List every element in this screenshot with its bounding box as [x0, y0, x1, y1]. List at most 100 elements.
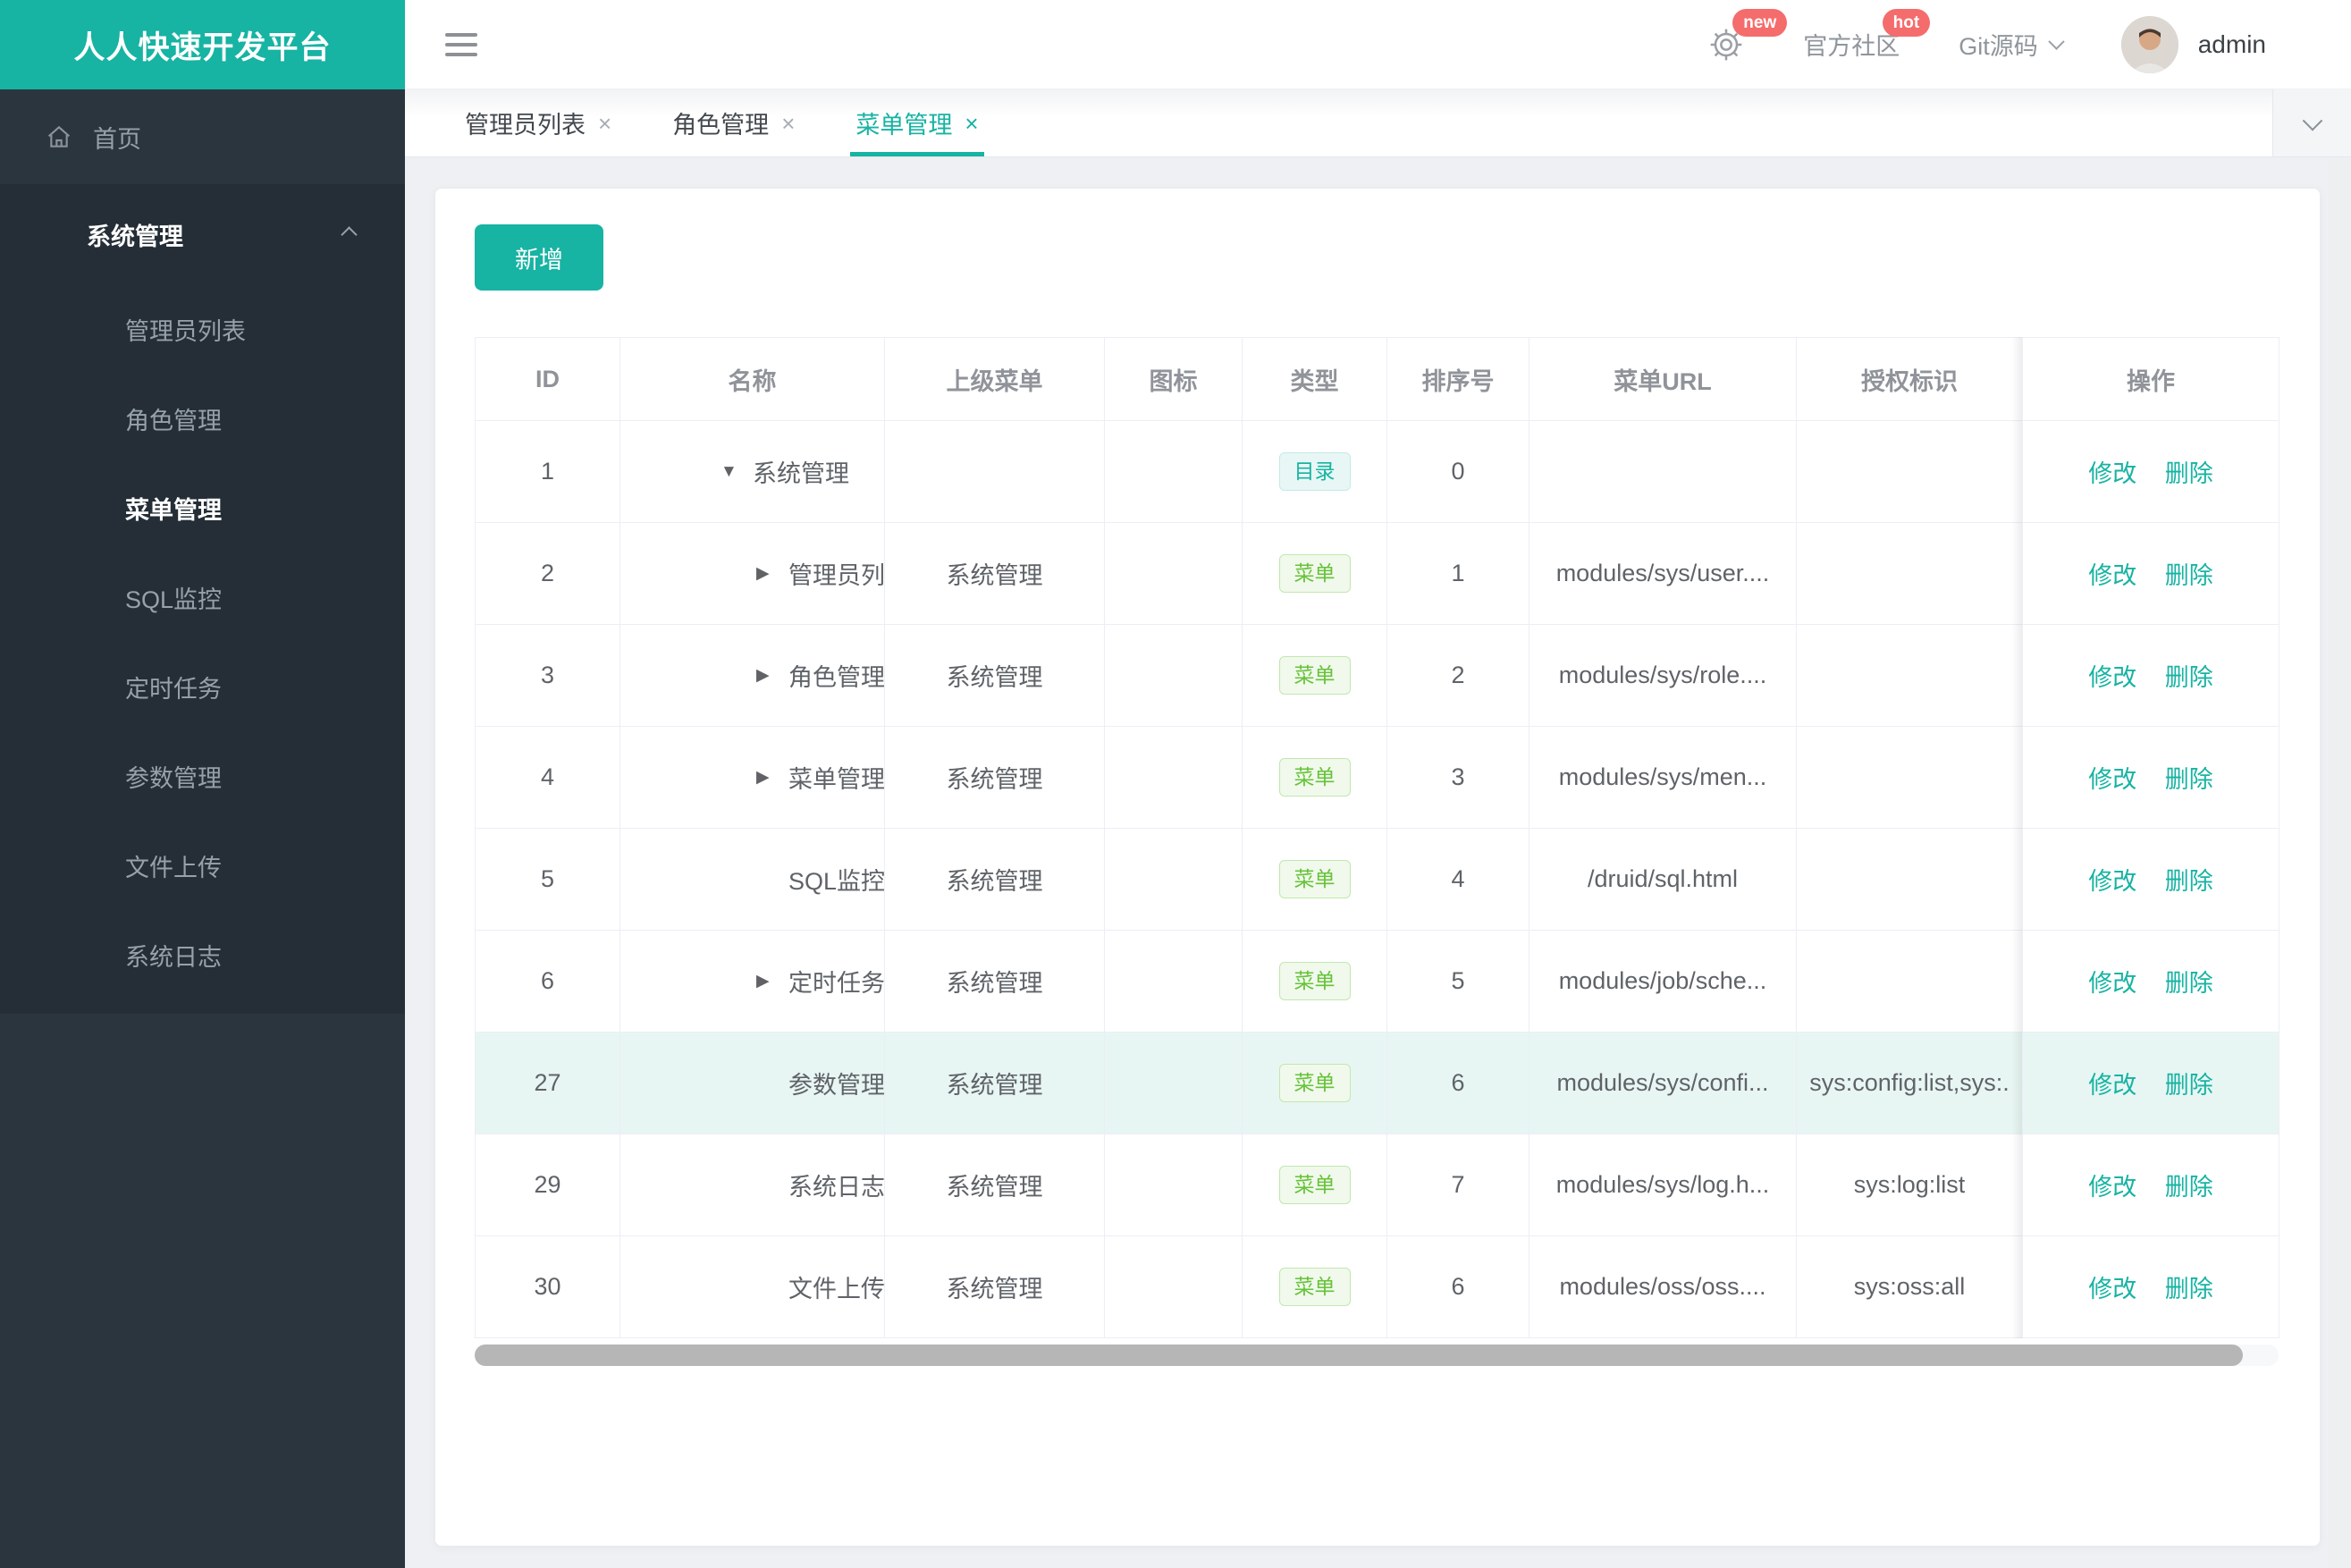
vertical-scrollbar-gutter[interactable] — [2328, 158, 2351, 1568]
edit-link[interactable]: 修改 — [2088, 1072, 2136, 1099]
cell-sort: 6 — [1386, 1032, 1529, 1134]
user-menu[interactable]: admin — [2120, 15, 2266, 73]
sidebar-item-role-mgmt[interactable]: 角色管理 — [0, 374, 405, 463]
sidebar-item-system-log[interactable]: 系统日志 — [0, 910, 405, 999]
edit-link[interactable]: 修改 — [2088, 970, 2136, 997]
avatar-image — [2120, 15, 2178, 73]
tree-expand-icon[interactable]: ▶ — [756, 563, 788, 584]
edit-link[interactable]: 修改 — [2088, 1174, 2136, 1201]
cell-actions: 修改 删除 — [2022, 522, 2279, 625]
cell-actions: 修改 删除 — [2022, 1134, 2279, 1236]
delete-link[interactable]: 删除 — [2165, 1174, 2213, 1201]
type-tag: 菜单 — [1278, 1064, 1351, 1102]
sidebar-item-home[interactable]: 首页 — [0, 89, 405, 184]
type-tag: 菜单 — [1278, 758, 1351, 797]
type-tag: 菜单 — [1278, 656, 1351, 695]
cell-parent-menu: 系统管理 — [884, 1134, 1105, 1236]
table-row[interactable]: 30 文件上传 系统管理 菜单 6 modules/oss/oss.... sy… — [475, 1235, 2279, 1338]
cell-parent-menu: 系统管理 — [884, 726, 1105, 829]
sidebar-item-scheduled-tasks[interactable]: 定时任务 — [0, 642, 405, 731]
edit-link[interactable]: 修改 — [2088, 664, 2136, 691]
edit-link[interactable]: 修改 — [2088, 460, 2136, 487]
community-link[interactable]: 官方社区 hot — [1803, 9, 1931, 62]
edit-link[interactable]: 修改 — [2088, 766, 2136, 793]
table-row[interactable]: 29 系统日志 系统管理 菜单 7 modules/sys/log.h... s… — [475, 1134, 2279, 1236]
git-source-dropdown[interactable]: Git源码 — [1959, 27, 2065, 62]
table-row[interactable]: 1 ▼ 系统管理 目录 0 修改 删除 — [475, 420, 2279, 523]
cell-name: ▶管理员列表 — [619, 522, 885, 625]
cell-icon — [1104, 1032, 1243, 1134]
chevron-down-icon — [2048, 33, 2065, 50]
table-row[interactable]: 27 参数管理 系统管理 菜单 6 modules/sys/confi... s… — [475, 1032, 2279, 1134]
delete-link[interactable]: 删除 — [2165, 664, 2213, 691]
sidebar-group-title[interactable]: 系统管理 — [0, 184, 405, 284]
table-row[interactable]: 2 ▶管理员列表 系统管理 菜单 1 modules/sys/user.... … — [475, 522, 2279, 625]
col-perms: 授权标识 — [1796, 337, 2023, 421]
sidebar-item-param-mgmt[interactable]: 参数管理 — [0, 731, 405, 821]
table-row[interactable]: 5 SQL监控 系统管理 菜单 4 /druid/sql.html 修改 删除 — [475, 828, 2279, 931]
cell-menu-url: modules/sys/confi... — [1529, 1032, 1797, 1134]
cell-icon — [1104, 726, 1243, 829]
cell-perms: sys:oss:all — [1796, 1235, 2023, 1338]
cell-actions: 修改 删除 — [2022, 726, 2279, 829]
cell-icon — [1104, 1134, 1243, 1236]
tab-admin-list[interactable]: 管理员列表 × — [465, 89, 611, 156]
table-header: ID 名称 上级菜单 图标 类型 排序号 菜单URL 授权标识 操作 — [475, 337, 2279, 421]
type-tag: 菜单 — [1278, 1166, 1351, 1204]
tabs: 管理员列表 × 角色管理 × 菜单管理 × — [405, 89, 2272, 156]
delete-link[interactable]: 删除 — [2165, 1072, 2213, 1099]
sidebar-item-file-upload[interactable]: 文件上传 — [0, 821, 405, 910]
tree-expand-icon[interactable]: ▶ — [756, 665, 788, 686]
col-actions: 操作 — [2022, 337, 2279, 421]
sidebar-item-menu-mgmt[interactable]: 菜单管理 — [0, 463, 405, 552]
close-icon[interactable]: × — [781, 112, 795, 135]
tab-role-mgmt[interactable]: 角色管理 × — [672, 89, 795, 156]
col-menu-url: 菜单URL — [1529, 337, 1797, 421]
cell-name: SQL监控 — [619, 828, 885, 931]
delete-link[interactable]: 删除 — [2165, 562, 2213, 589]
col-name: 名称 — [619, 337, 885, 421]
delete-link[interactable]: 删除 — [2165, 766, 2213, 793]
cell-icon — [1104, 624, 1243, 727]
delete-link[interactable]: 删除 — [2165, 1276, 2213, 1302]
tree-expand-icon[interactable]: ▶ — [756, 767, 788, 788]
cell-id: 27 — [475, 1032, 620, 1134]
table-row[interactable]: 3 ▶ 角色管理 系统管理 菜单 2 modules/sys/role.... 修… — [475, 624, 2279, 727]
cell-name: ▼ 系统管理 — [619, 420, 885, 523]
cell-type: 菜单 — [1242, 726, 1387, 829]
cell-icon — [1104, 522, 1243, 625]
cell-id: 4 — [475, 726, 620, 829]
delete-link[interactable]: 删除 — [2165, 460, 2213, 487]
horizontal-scrollbar-thumb[interactable] — [475, 1345, 2243, 1366]
close-icon[interactable]: × — [965, 112, 978, 135]
edit-link[interactable]: 修改 — [2088, 868, 2136, 895]
table-body: 1 ▼系统管理 目录 0 修改 删除 2 ▶管理员列表 系统管理 菜单 1 mo… — [475, 420, 2279, 1338]
cell-name: ▶ 菜单管理 — [619, 726, 885, 829]
tab-list-dropdown-button[interactable] — [2272, 89, 2351, 156]
sidebar-toggle-icon[interactable] — [445, 27, 481, 63]
close-icon[interactable]: × — [598, 112, 611, 135]
sidebar-item-admin-list[interactable]: 管理员列表 — [0, 284, 405, 374]
table-row[interactable]: 4 ▶ 菜单管理 系统管理 菜单 3 modules/sys/men... 修改 … — [475, 726, 2279, 829]
cell-sort: 6 — [1386, 1235, 1529, 1338]
tree-expand-icon[interactable]: ▶ — [756, 971, 788, 991]
delete-link[interactable]: 删除 — [2165, 970, 2213, 997]
settings-button[interactable]: new — [1708, 8, 1788, 63]
cell-id: 3 — [475, 624, 620, 727]
cell-perms — [1796, 522, 2023, 625]
git-source-label: Git源码 — [1959, 33, 2038, 60]
tree-expand-icon[interactable]: ▼ — [720, 462, 753, 482]
content-card: 新增 ID 名称 上级菜单 图标 类型 排序号 菜单URL 授权标识 操作 1 … — [434, 188, 2321, 1547]
sidebar-item-sql-monitor[interactable]: SQL监控 — [0, 552, 405, 642]
tab-menu-mgmt[interactable]: 菜单管理 × — [850, 89, 984, 156]
delete-link[interactable]: 删除 — [2165, 868, 2213, 895]
cell-perms — [1796, 930, 2023, 1033]
cell-type: 菜单 — [1242, 522, 1387, 625]
cell-icon — [1104, 1235, 1243, 1338]
sidebar-group-system: 系统管理 管理员列表 角色管理 菜单管理 SQL监控 定时任务 参数管理 文件上… — [0, 184, 405, 1014]
add-button[interactable]: 新增 — [475, 224, 603, 291]
edit-link[interactable]: 修改 — [2088, 1276, 2136, 1302]
new-badge: new — [1732, 8, 1788, 37]
table-row[interactable]: 6 ▶ 定时任务 系统管理 菜单 5 modules/job/sche... 修改… — [475, 930, 2279, 1033]
edit-link[interactable]: 修改 — [2088, 562, 2136, 589]
